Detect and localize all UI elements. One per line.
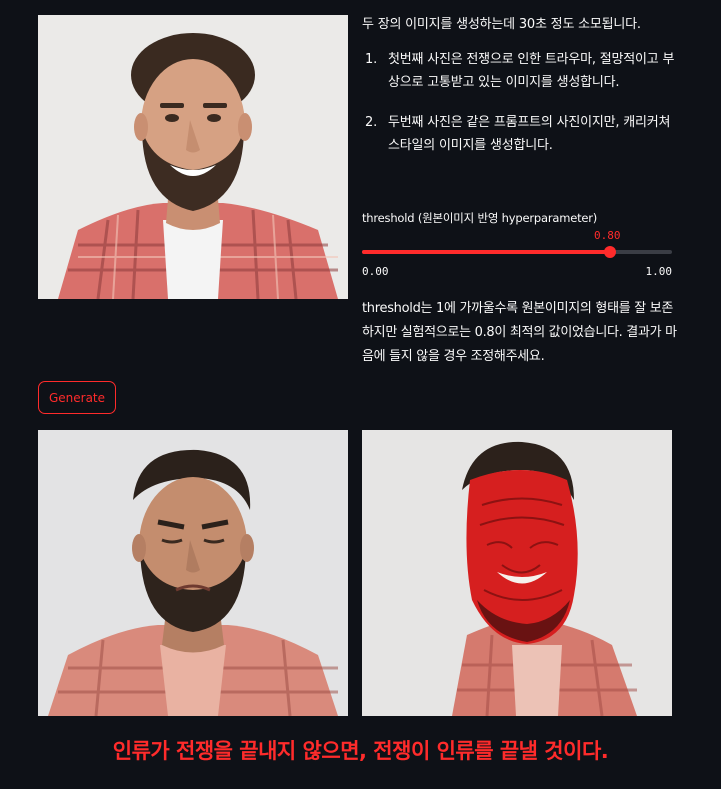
step-number: 1.: [365, 52, 378, 67]
threshold-note: threshold는 1에 가까울수록 원본이미지의 형태를 잘 보존하지만 실…: [362, 301, 677, 364]
steps-list: 1. 첫번째 사진은 전쟁으로 인한 트라우마, 절망적이고 부상으로 고통받고…: [362, 48, 682, 157]
app-page: 두 장의 이미지를 생성하는데 30초 정도 소모됩니다. 1. 첫번째 사진은…: [0, 0, 721, 789]
instructions-panel: 두 장의 이미지를 생성하는데 30초 정도 소모됩니다. 1. 첫번째 사진은…: [362, 14, 682, 174]
slider-min-label: 0.00: [362, 265, 389, 278]
slider-max-label: 1.00: [645, 265, 673, 278]
generated-caricature-image: [362, 430, 672, 716]
step-item-1: 1. 첫번째 사진은 전쟁으로 인한 트라우마, 절망적이고 부상으로 고통받고…: [362, 48, 682, 94]
step-text: 첫번째 사진은 전쟁으로 인한 트라우마, 절망적이고 부상으로 고통받고 있는…: [388, 52, 675, 90]
step-number: 2.: [365, 115, 378, 130]
intro-text: 두 장의 이미지를 생성하는데 30초 정도 소모됩니다.: [362, 17, 641, 32]
threshold-slider: threshold (원본이미지 반영 hyperparameter) 0.80…: [362, 210, 674, 278]
step-item-2: 2. 두번째 사진은 같은 프롬프트의 사진이지만, 캐리커쳐 스타일의 이미지…: [362, 111, 682, 157]
step-text: 두번째 사진은 같은 프롬프트의 사진이지만, 캐리커쳐 스타일의 이미지를 생…: [388, 115, 671, 153]
original-portrait-image: [38, 15, 348, 299]
generated-distressed-image: [38, 430, 348, 716]
generate-button[interactable]: Generate: [38, 381, 116, 414]
slider-value: 0.80: [594, 229, 621, 242]
slider-label: threshold (원본이미지 반영 hyperparameter): [362, 211, 598, 225]
slider-thumb[interactable]: [604, 246, 616, 258]
slider-track[interactable]: [362, 246, 672, 258]
slogan-text: 인류가 전쟁을 끝내지 않으면, 전쟁이 인류를 끝낼 것이다.: [112, 739, 609, 763]
slider-fill: [362, 250, 610, 254]
